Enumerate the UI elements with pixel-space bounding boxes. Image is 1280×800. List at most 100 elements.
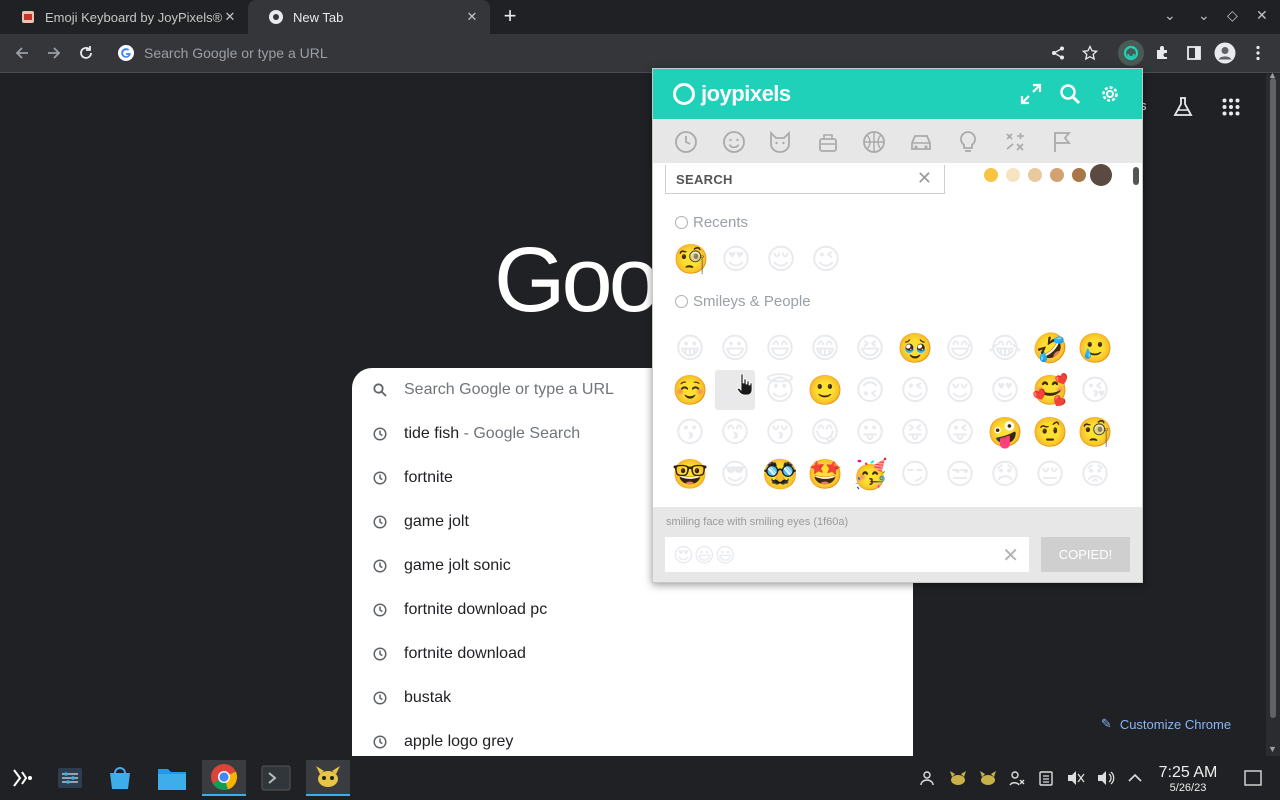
system-settings-icon[interactable]	[48, 760, 92, 796]
smiley-emoji[interactable]: 🥳	[850, 454, 890, 494]
smiley-emoji[interactable]: 😘	[1075, 370, 1115, 410]
show-hidden-tray-icon[interactable]	[1125, 768, 1145, 788]
smiley-emoji[interactable]: 😌	[940, 370, 980, 410]
emoji-output-field[interactable]: 😍😃😃 ✕	[665, 537, 1029, 572]
smiley-emoji[interactable]: 😅	[940, 328, 980, 368]
close-window-icon[interactable]: ✕	[1256, 7, 1268, 24]
tab-new-tab[interactable]: New Tab ✕	[248, 0, 490, 34]
smiley-emoji[interactable]: 🥹	[895, 328, 935, 368]
skin-tone-medium-dark[interactable]	[1072, 168, 1086, 182]
category-recent-clock-icon[interactable]	[673, 129, 699, 155]
volume-icon[interactable]	[1096, 768, 1116, 788]
smiley-emoji[interactable]: 🤣	[1030, 328, 1070, 368]
recent-emoji[interactable]: 😍	[716, 239, 756, 279]
smiley-emoji[interactable]: 😙	[715, 412, 755, 452]
tab-close-icon[interactable]: ✕	[222, 9, 238, 25]
show-desktop-icon[interactable]	[1243, 768, 1263, 788]
taskbar-clock[interactable]: 7:25 AM 5/26/23	[1152, 764, 1224, 794]
smiley-emoji[interactable]: 🤓	[670, 454, 710, 494]
smiley-emoji[interactable]: 🧐	[1075, 412, 1115, 452]
page-scrollbar[interactable]: ▲ ▼	[1266, 70, 1280, 756]
google-apps-grid-icon[interactable]	[1222, 98, 1240, 121]
skin-tone-medium[interactable]	[1050, 168, 1064, 182]
category-travel-car-icon[interactable]	[908, 129, 934, 155]
emoji-search-field[interactable]: SEARCH ✕	[665, 165, 945, 194]
copy-button[interactable]: COPIED!	[1041, 537, 1130, 572]
chrome-menu-icon[interactable]	[1246, 42, 1270, 64]
smiley-emoji[interactable]: 😞	[985, 454, 1025, 494]
user-status-icon[interactable]	[917, 768, 937, 788]
clipboard-icon[interactable]	[1036, 768, 1056, 788]
smiley-emoji[interactable]: 🥲	[1075, 328, 1115, 368]
back-icon[interactable]	[10, 42, 34, 64]
joypixels-extension-icon[interactable]	[1118, 40, 1144, 66]
category-symbols-icon[interactable]	[1002, 129, 1028, 155]
share-icon[interactable]	[1046, 42, 1070, 64]
scroll-down-icon[interactable]: ▼	[1268, 744, 1277, 754]
smiley-emoji[interactable]: 😔	[1030, 454, 1070, 494]
minimize-icon[interactable]: ⌄	[1198, 7, 1210, 24]
emoji-list-scrollbar[interactable]	[1133, 167, 1139, 185]
smiley-emoji[interactable]: 😄	[760, 328, 800, 368]
recent-emoji[interactable]: 😌	[761, 239, 801, 279]
customize-chrome-button[interactable]: ✎ Customize Chrome	[1088, 708, 1244, 740]
tab-joypixels[interactable]: Emoji Keyboard by JoyPixels® ✕	[0, 0, 248, 34]
audio-muted-icon[interactable]	[1066, 768, 1086, 788]
smiley-emoji[interactable]: 🤩	[805, 454, 845, 494]
software-store-icon[interactable]	[98, 760, 142, 796]
smiley-emoji[interactable]: 😋	[805, 412, 845, 452]
recent-emoji[interactable]: 😉	[806, 239, 846, 279]
category-animals-cat-icon[interactable]	[767, 129, 793, 155]
maximize-icon[interactable]: ◇	[1227, 7, 1238, 24]
skin-tone-dark[interactable]	[1090, 164, 1112, 186]
recent-emoji[interactable]: 🧐	[671, 239, 711, 279]
suggestion-item[interactable]: fortnite download pc	[352, 588, 913, 632]
game-app-icon[interactable]	[306, 760, 350, 796]
smiley-emoji[interactable]: 🥰	[1030, 370, 1070, 410]
smiley-emoji[interactable]: 😛	[850, 412, 890, 452]
network-icon[interactable]	[1007, 768, 1027, 788]
category-objects-bulb-icon[interactable]	[955, 129, 981, 155]
category-flags-icon[interactable]	[1049, 129, 1075, 155]
skin-tone-medium-light[interactable]	[1028, 168, 1042, 182]
tray-app-icon[interactable]	[948, 768, 968, 788]
category-smileys-icon[interactable]	[721, 129, 747, 155]
tab-search-icon[interactable]: ⌄	[1164, 7, 1176, 24]
smiley-emoji[interactable]: 😒	[940, 454, 980, 494]
omnibox[interactable]: Search Google or type a URL	[110, 38, 1050, 68]
smiley-emoji[interactable]: 😁	[805, 328, 845, 368]
smiley-emoji[interactable]: 😇	[760, 370, 800, 410]
category-food-icon[interactable]	[815, 129, 841, 155]
new-tab-button[interactable]: +	[498, 5, 522, 29]
extensions-puzzle-icon[interactable]	[1150, 42, 1174, 64]
smiley-emoji[interactable]: 🤨	[1030, 412, 1070, 452]
terminal-icon[interactable]	[254, 760, 298, 796]
file-manager-icon[interactable]	[150, 760, 194, 796]
smiley-emoji[interactable]: 😆	[850, 328, 890, 368]
smiley-emoji[interactable]: 😏	[895, 454, 935, 494]
profile-avatar-icon[interactable]	[1212, 40, 1238, 66]
smiley-emoji[interactable]: 😜	[940, 412, 980, 452]
smiley-emoji[interactable]: 😍	[985, 370, 1025, 410]
app-launcher-icon[interactable]	[0, 760, 44, 796]
clear-search-icon[interactable]: ✕	[917, 168, 932, 189]
bookmark-star-icon[interactable]	[1078, 42, 1102, 64]
smiley-emoji[interactable]: 😗	[670, 412, 710, 452]
smiley-emoji[interactable]: 🤪	[985, 412, 1025, 452]
suggestion-item[interactable]: fortnite download	[352, 632, 913, 676]
smiley-emoji[interactable]: 😃	[715, 328, 755, 368]
smiley-emoji[interactable]: 😝	[895, 412, 935, 452]
smiley-emoji[interactable]: 🥸	[760, 454, 800, 494]
smiley-emoji[interactable]: 😉	[895, 370, 935, 410]
suggestion-item[interactable]: bustak	[352, 676, 913, 720]
search-icon[interactable]	[1058, 82, 1082, 106]
smiley-emoji[interactable]: 😟	[1075, 454, 1115, 494]
reload-icon[interactable]	[74, 42, 98, 64]
forward-icon[interactable]	[42, 42, 66, 64]
tab-close-icon[interactable]: ✕	[464, 9, 480, 25]
scrollbar-thumb[interactable]	[1270, 78, 1276, 718]
smiley-emoji[interactable]: 😂	[985, 328, 1025, 368]
smiley-emoji[interactable]: 😎	[715, 454, 755, 494]
side-panel-icon[interactable]	[1182, 42, 1206, 64]
smiley-emoji[interactable]: 😚	[760, 412, 800, 452]
